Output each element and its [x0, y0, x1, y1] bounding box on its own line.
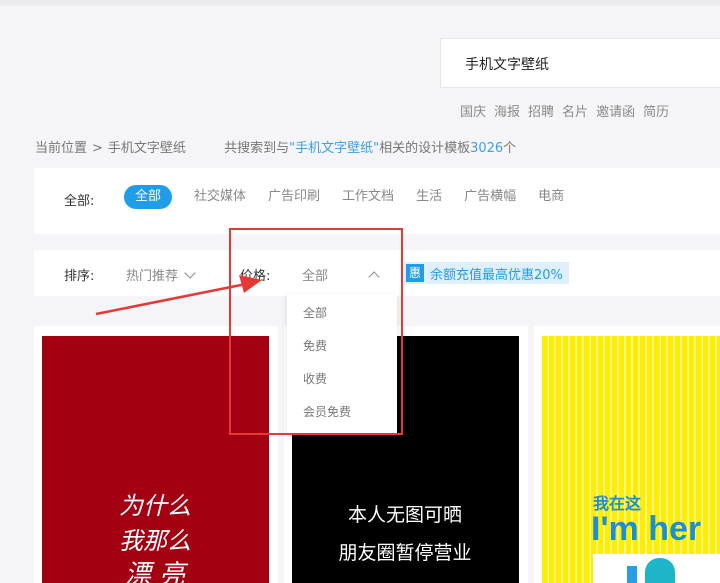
annotation-arrow-icon — [95, 275, 262, 316]
